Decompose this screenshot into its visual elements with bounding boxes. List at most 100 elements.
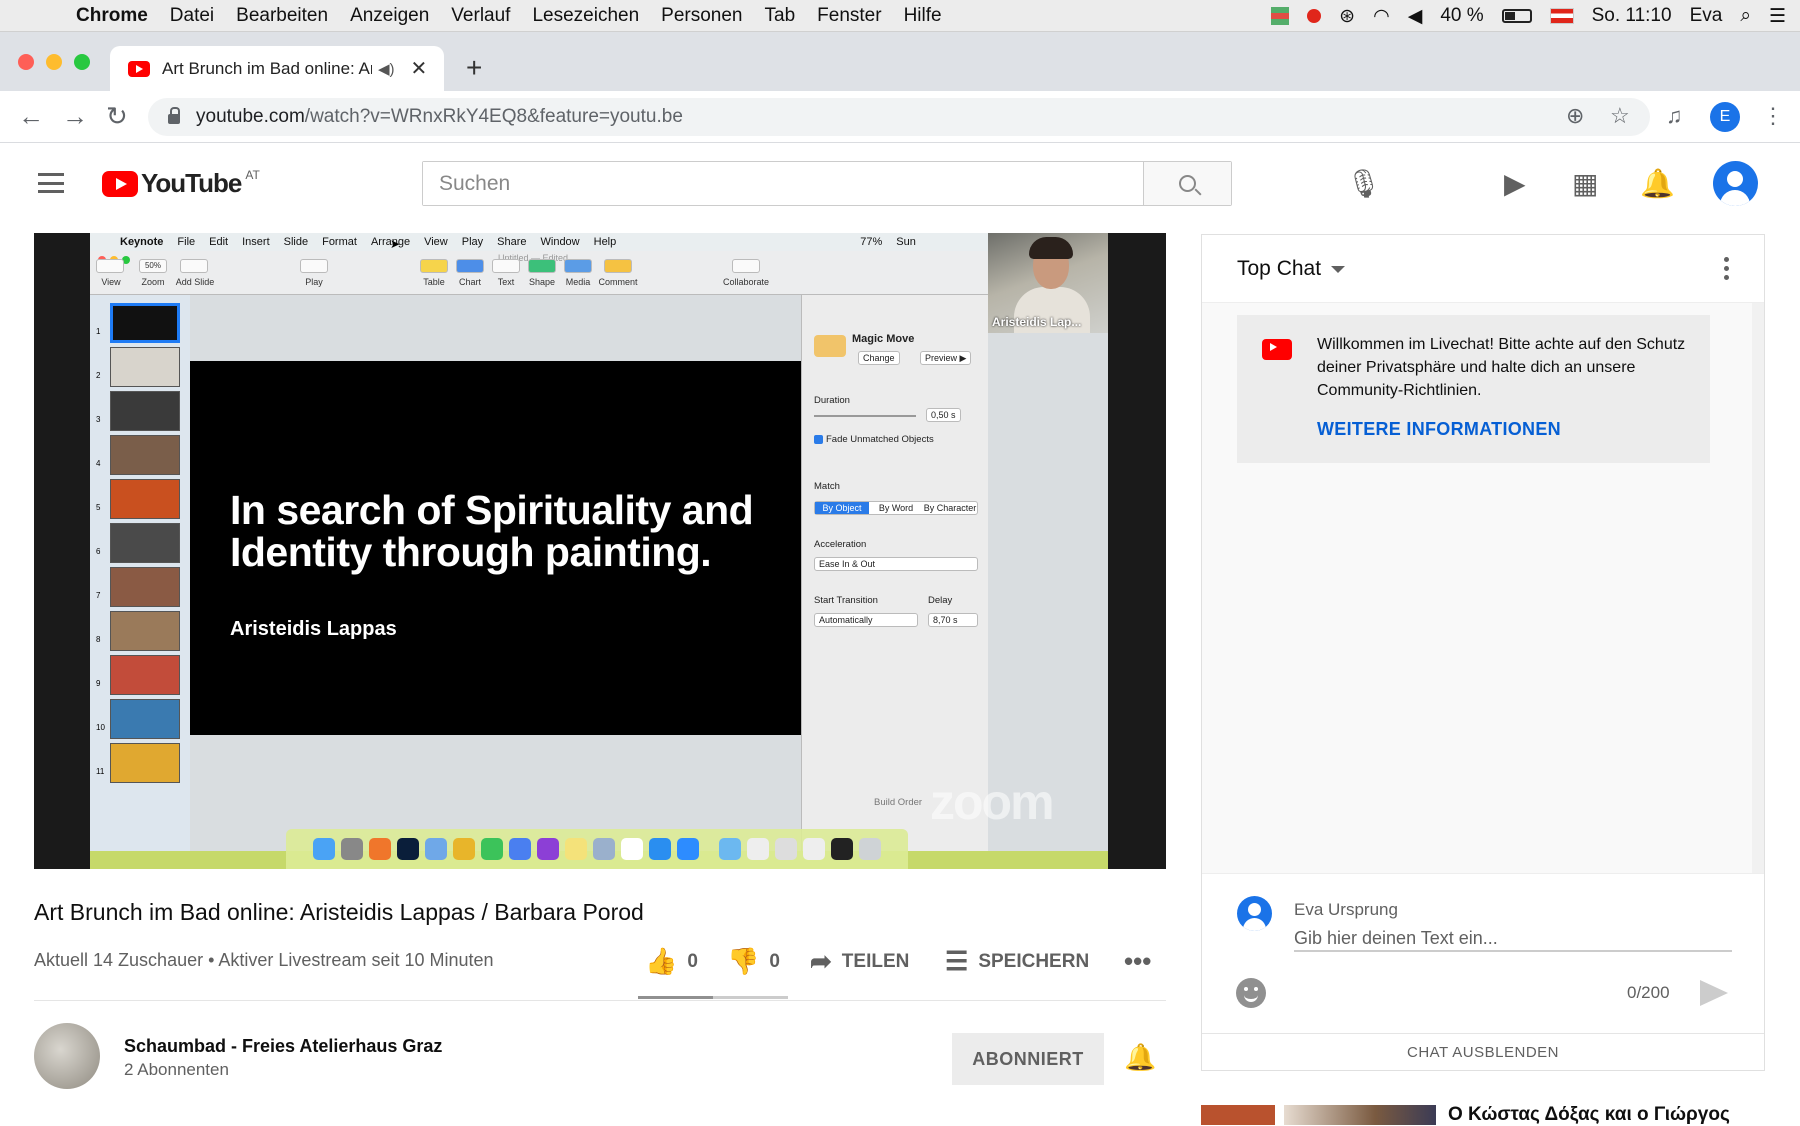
menu-anzeigen[interactable]: Anzeigen: [350, 5, 429, 27]
volume-icon[interactable]: ◀: [1408, 5, 1423, 28]
menu-tab[interactable]: Tab: [765, 5, 796, 27]
playlist-add-icon: ☰: [945, 946, 969, 976]
send-icon[interactable]: [1700, 980, 1728, 1006]
slide-num-5: 5: [96, 503, 101, 512]
tab-active[interactable]: Art Brunch im Bad online: Aristeidis Lap…: [110, 46, 444, 91]
slide-thumb-6: [110, 523, 180, 563]
chat-welcome-banner: Willkommen im Livechat! Bitte achte auf …: [1237, 315, 1710, 463]
voice-search-icon[interactable]: 🎙: [1346, 167, 1382, 200]
chat-scrollbar[interactable]: [1752, 303, 1764, 873]
recommendation-thumbnail-2[interactable]: [1284, 1105, 1436, 1125]
new-tab-button[interactable]: +: [466, 52, 482, 84]
address-bar[interactable]: youtube.com/watch?v=WRnxRkY4EQ8&feature=…: [148, 98, 1650, 136]
recommendation-thumbnail[interactable]: [1201, 1105, 1275, 1125]
chat-mode-dropdown[interactable]: Top Chat: [1237, 257, 1346, 281]
dock-doc-icon: [747, 838, 769, 860]
battery-percent[interactable]: 40 %: [1440, 5, 1483, 27]
fade-label: Fade Unmatched Objects: [826, 434, 934, 445]
dislike-button[interactable]: 👎 0: [727, 946, 780, 977]
url-path: /watch?v=WRnxRkY4EQ8&feature=youtu.be: [304, 106, 683, 127]
like-count: 0: [687, 950, 698, 972]
menu-lesezeichen[interactable]: Lesezeichen: [532, 5, 639, 27]
window-zoom-button[interactable]: [74, 54, 90, 70]
spotlight-search-icon[interactable]: ⌕: [1740, 5, 1751, 27]
subscribed-button[interactable]: ABONNIERT: [952, 1033, 1104, 1085]
search-input[interactable]: [423, 162, 1143, 205]
keynote-menu-slide: Slide: [283, 236, 309, 248]
window-minimize-button[interactable]: [46, 54, 62, 70]
bookmark-star-icon[interactable]: ☆: [1610, 103, 1630, 129]
reload-button[interactable]: ↻: [106, 101, 128, 132]
chrome-menu-icon[interactable]: ⋮: [1762, 103, 1784, 129]
view-count: Aktuell 14 Zuschauer • Aktiver Livestrea…: [34, 950, 494, 970]
battery-icon[interactable]: [1501, 9, 1532, 23]
menu-app-chrome[interactable]: Chrome: [76, 5, 148, 27]
window-close-button[interactable]: [18, 54, 34, 70]
menubar-clock[interactable]: So. 11:10: [1592, 5, 1672, 27]
avatar-head: [1727, 171, 1743, 187]
video-player[interactable]: Keynote File Edit Insert Slide Format Ar…: [34, 233, 1166, 869]
lock-icon[interactable]: [168, 107, 180, 124]
chat-messages: Willkommen im Livechat! Bitte achte auf …: [1202, 303, 1764, 873]
menu-bearbeiten[interactable]: Bearbeiten: [236, 5, 328, 27]
menu-fenster[interactable]: Fenster: [817, 5, 881, 27]
apps-grid-icon[interactable]: ▦: [1572, 167, 1598, 200]
match-by-object: By Object: [815, 502, 869, 514]
keynote-slide-canvas: In search of Spirituality and Identity t…: [190, 361, 801, 735]
account-avatar[interactable]: [1713, 161, 1758, 206]
menu-verlauf[interactable]: Verlauf: [451, 5, 510, 27]
save-label: SPEICHERN: [978, 950, 1090, 972]
back-button[interactable]: ←: [18, 101, 44, 132]
wifi-icon[interactable]: ◠: [1373, 5, 1390, 28]
channel-avatar[interactable]: [34, 1023, 100, 1089]
guide-menu-icon[interactable]: [38, 173, 64, 193]
keynote-menu-format: Format: [322, 236, 357, 248]
create-video-icon[interactable]: ▶: [1504, 167, 1526, 200]
dock-whatsapp-icon: [481, 838, 503, 860]
share-button[interactable]: ➦ TEILEN: [810, 946, 909, 977]
notifications-bell-icon[interactable]: 🔔: [1640, 167, 1675, 200]
channel-bell-icon[interactable]: 🔔: [1124, 1042, 1156, 1073]
slide-num-9: 9: [96, 679, 101, 688]
menu-datei[interactable]: Datei: [170, 5, 214, 27]
tab-title: Art Brunch im Bad online: Aristeidis Lap…: [162, 58, 372, 78]
tab-close-icon[interactable]: ✕: [411, 56, 428, 81]
channel-name[interactable]: Schaumbad - Freies Atelierhaus Graz: [124, 1036, 442, 1057]
keynote-comment-button: [604, 259, 632, 273]
like-button[interactable]: 👍 0: [645, 946, 698, 977]
forward-button[interactable]: →: [62, 101, 88, 132]
install-app-icon[interactable]: ⊕: [1566, 103, 1584, 129]
notification-center-icon[interactable]: ☰: [1769, 5, 1786, 28]
recommendation-title[interactable]: Ο Κώστας Δόξας και ο Γιώργος: [1448, 1104, 1730, 1126]
info-divider: [34, 1000, 1166, 1001]
browser-tabstrip: Art Brunch im Bad online: Aristeidis Lap…: [0, 32, 1800, 91]
input-source-flag-icon[interactable]: [1549, 8, 1574, 24]
more-actions-button[interactable]: •••: [1124, 946, 1161, 977]
slide-author: Aristeidis Lappas: [230, 618, 397, 640]
preview-button: Preview ▶: [920, 351, 972, 365]
delay-field: 8,70 s: [928, 613, 978, 627]
emoji-icon[interactable]: [1236, 978, 1266, 1008]
more-info-link[interactable]: WEITERE INFORMATIONEN: [1317, 419, 1561, 440]
menu-personen[interactable]: Personen: [661, 5, 742, 27]
tab-audio-icon[interactable]: ◀): [378, 60, 395, 78]
menubar-user[interactable]: Eva: [1690, 5, 1723, 27]
dock-podcasts-icon: [537, 838, 559, 860]
keynote-tool-comment: Comment: [598, 277, 638, 287]
search-button[interactable]: [1143, 162, 1231, 205]
menu-hilfe[interactable]: Hilfe: [904, 5, 942, 27]
record-status-icon[interactable]: [1307, 9, 1322, 23]
camera-person-hair: [1029, 237, 1073, 259]
chat-more-icon[interactable]: [1724, 257, 1730, 281]
accessibility-icon[interactable]: ⊛: [1339, 5, 1355, 28]
avatar-body: [1243, 918, 1266, 931]
youtube-logo[interactable]: YouTube AT: [102, 168, 260, 199]
acceleration-select: Ease In & Out: [814, 557, 978, 571]
save-button[interactable]: ☰ SPEICHERN: [945, 946, 1089, 977]
hide-chat-button[interactable]: CHAT AUSBLENDEN: [1202, 1033, 1764, 1071]
dropdown-caret-icon: [1331, 265, 1346, 273]
spreadsheet-status-icon[interactable]: [1271, 7, 1290, 25]
chat-message-input[interactable]: [1294, 926, 1732, 952]
media-controls-icon[interactable]: ♫: [1666, 103, 1683, 129]
profile-avatar[interactable]: E: [1710, 102, 1740, 132]
